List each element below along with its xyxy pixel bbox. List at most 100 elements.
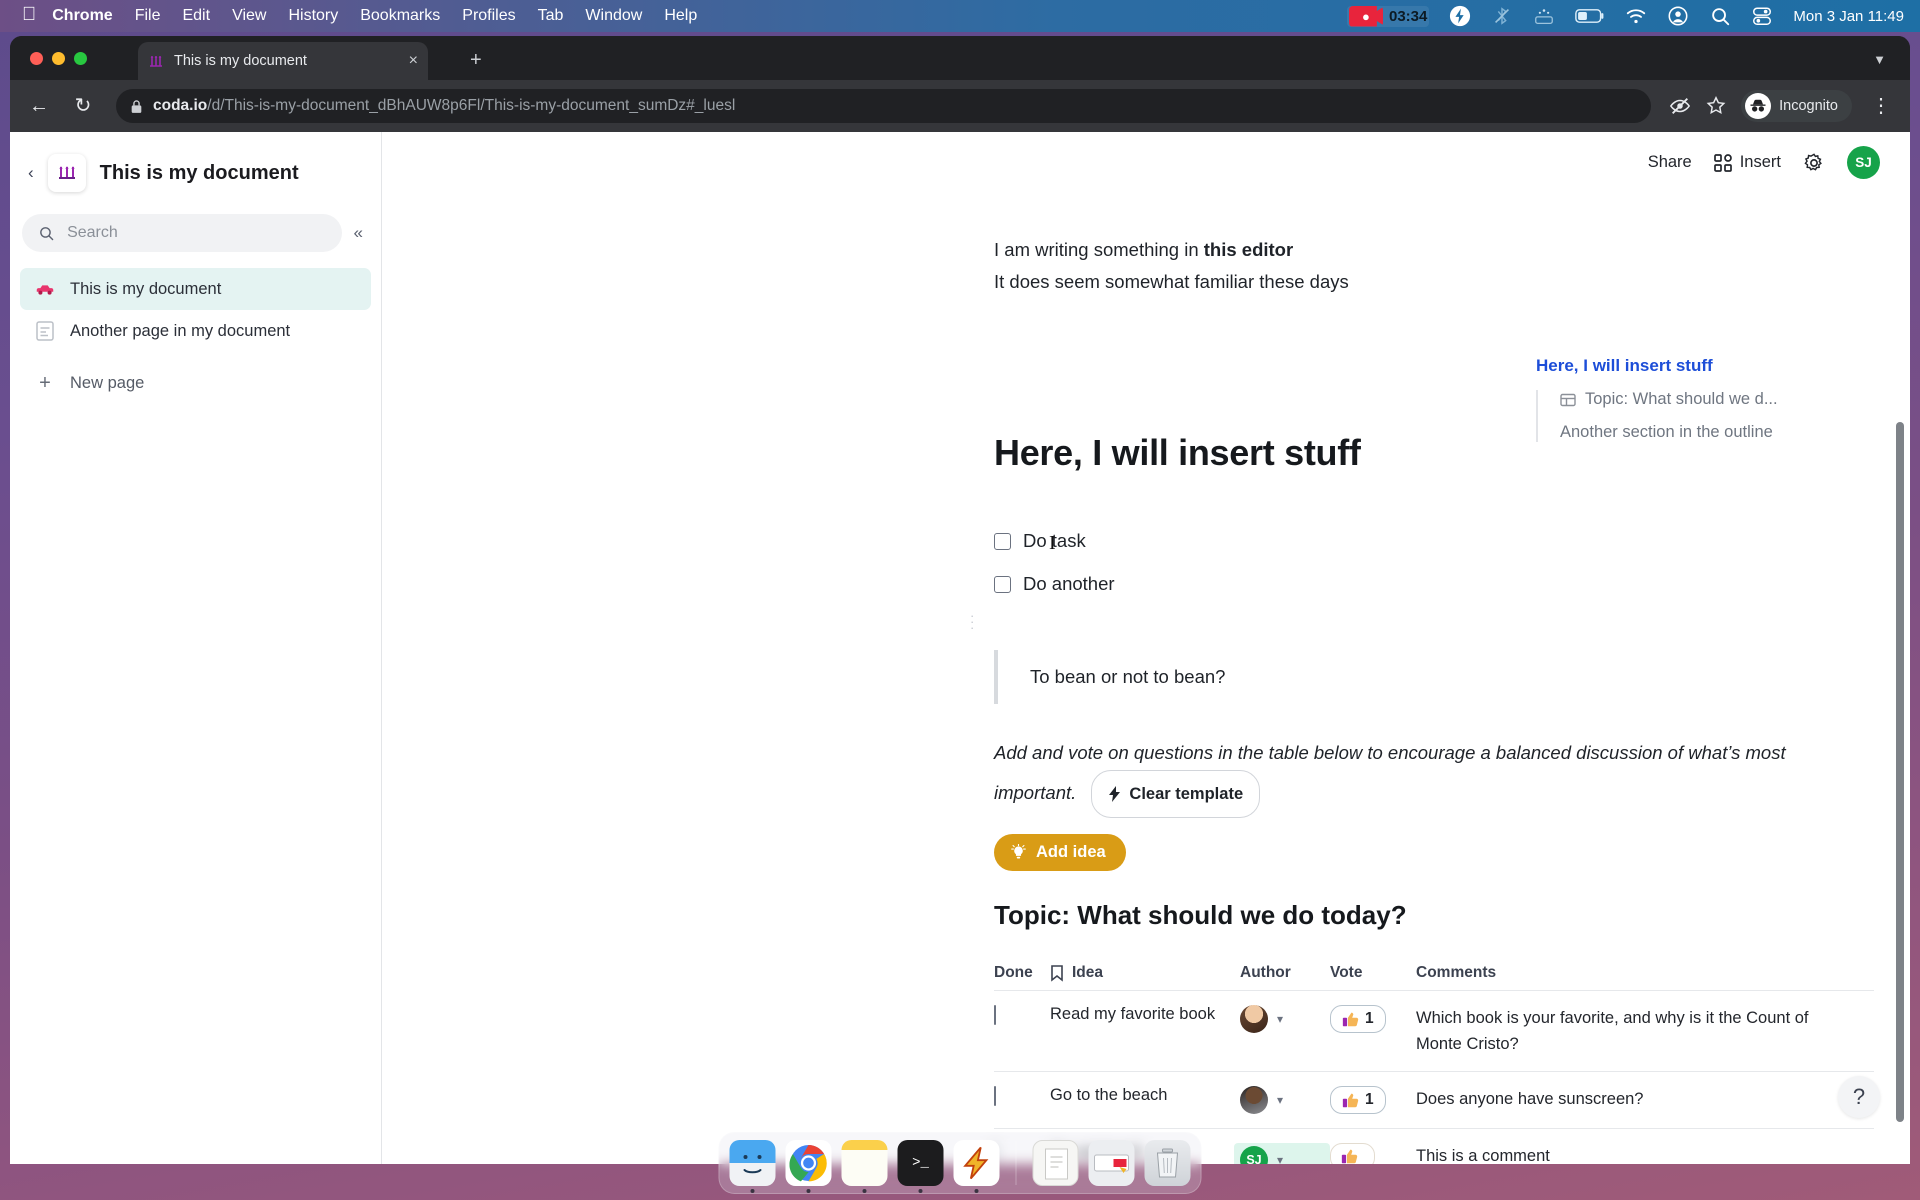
column-header-comments[interactable]: Comments xyxy=(1416,964,1874,982)
search-input[interactable] xyxy=(67,224,326,242)
avatar[interactable] xyxy=(1240,1086,1268,1114)
three-dot-menu-icon[interactable]: ⋮ xyxy=(1866,96,1896,116)
menu-item-tab[interactable]: Tab xyxy=(538,7,564,25)
reload-button[interactable]: ↻ xyxy=(68,96,98,116)
menu-item-window[interactable]: Window xyxy=(585,7,642,25)
wifi-icon[interactable] xyxy=(1625,5,1647,27)
menu-item-history[interactable]: History xyxy=(288,7,338,25)
row-idea-cell[interactable]: Go to the beach xyxy=(1050,1086,1240,1105)
row-vote-cell[interactable]: 1 xyxy=(1330,1005,1416,1033)
row-done-cell[interactable] xyxy=(994,1086,1050,1106)
collapse-sidebar-button[interactable]: « xyxy=(348,219,369,247)
checklist-item-2[interactable]: Do another xyxy=(994,573,1115,595)
menu-item-view[interactable]: View xyxy=(232,7,266,25)
apple-menu-icon[interactable]:  xyxy=(22,4,36,26)
dock-item-trash[interactable] xyxy=(1144,1140,1191,1186)
new-tab-button[interactable]: + xyxy=(470,50,482,70)
row-author-cell[interactable]: ▾ xyxy=(1240,1005,1330,1033)
vote-button[interactable]: 1 xyxy=(1330,1086,1386,1114)
close-window-button[interactable] xyxy=(30,52,43,65)
coda-doc-icon[interactable] xyxy=(47,154,86,192)
menu-item-help[interactable]: Help xyxy=(664,7,697,25)
dock-item-finder[interactable] xyxy=(729,1140,776,1193)
sidebar-item-this-is-my-document[interactable]: This is my document xyxy=(20,268,371,310)
checkbox[interactable] xyxy=(994,1086,996,1106)
column-header-vote[interactable]: Vote xyxy=(1330,964,1416,982)
vote-button[interactable]: 1 xyxy=(1330,1005,1386,1033)
table-row[interactable]: Read my favorite book ▾ 1 Which book is … xyxy=(994,990,1874,1071)
row-comment-cell[interactable]: This is a comment xyxy=(1416,1143,1874,1164)
browser-tab[interactable]: This is my document × xyxy=(138,42,428,80)
row-comment-cell[interactable]: Which book is your favorite, and why is … xyxy=(1416,1005,1874,1057)
vote-button[interactable] xyxy=(1330,1143,1375,1164)
eye-off-icon[interactable] xyxy=(1669,95,1691,117)
dock-item-document[interactable] xyxy=(1032,1140,1079,1186)
table-row[interactable]: Go to the beach ▾ 1 Does anyone have sun… xyxy=(994,1071,1874,1128)
row-author-cell[interactable]: ▾ xyxy=(1240,1086,1330,1114)
sidebar-item-label: This is my document xyxy=(70,279,222,298)
column-header-idea[interactable]: Idea xyxy=(1050,964,1240,982)
chevron-down-icon[interactable]: ▾ xyxy=(1277,1153,1283,1164)
dock-item-terminal[interactable]: >_ xyxy=(897,1140,944,1193)
menu-item-chrome[interactable]: Chrome xyxy=(52,7,112,25)
drag-handle[interactable] xyxy=(970,613,974,631)
clear-template-button[interactable]: Clear template xyxy=(1091,770,1261,818)
address-bar[interactable]: coda.io/d/This-is-my-document_dBhAUW8p6F… xyxy=(116,89,1652,123)
profile-incognito-button[interactable]: Incognito xyxy=(1741,90,1852,122)
maximize-window-button[interactable] xyxy=(74,52,87,65)
row-comment-cell[interactable]: Does anyone have sunscreen? xyxy=(1416,1086,1874,1112)
row-vote-cell[interactable] xyxy=(1330,1143,1416,1164)
dock-item-screenshot[interactable] xyxy=(1088,1140,1135,1186)
row-vote-cell[interactable]: 1 xyxy=(1330,1086,1416,1114)
back-button[interactable]: ← xyxy=(24,96,54,116)
sidebar-back-button[interactable]: ‹ xyxy=(22,159,40,187)
user-account-icon[interactable] xyxy=(1667,5,1689,27)
avatar[interactable] xyxy=(1240,1005,1268,1033)
checkbox[interactable] xyxy=(994,1005,996,1025)
avatar[interactable]: SJ xyxy=(1240,1146,1268,1164)
insert-button[interactable]: Insert xyxy=(1713,153,1781,172)
minimize-window-button[interactable] xyxy=(52,52,65,65)
keyboard-brightness-icon[interactable] xyxy=(1533,5,1555,27)
bolt-icon[interactable] xyxy=(1449,5,1471,27)
add-idea-button[interactable]: Add idea xyxy=(994,834,1126,871)
bluetooth-off-icon[interactable] xyxy=(1491,5,1513,27)
column-header-author[interactable]: Author xyxy=(1240,964,1330,982)
screen-recording-indicator[interactable]: ● 03:34 xyxy=(1346,5,1430,27)
chevron-down-icon[interactable]: ▼ xyxy=(1873,52,1886,67)
new-page-button[interactable]: + New page xyxy=(20,362,371,404)
control-center-icon[interactable] xyxy=(1751,5,1773,27)
menu-item-profiles[interactable]: Profiles xyxy=(462,7,515,25)
outline-item-table[interactable]: Topic: What should we d... xyxy=(1560,390,1866,409)
battery-icon[interactable] xyxy=(1575,6,1605,26)
vertical-scrollbar[interactable] xyxy=(1896,422,1904,1122)
bookmark-star-icon[interactable] xyxy=(1705,95,1727,117)
checkbox[interactable] xyxy=(994,532,1011,550)
help-button[interactable]: ? xyxy=(1838,1076,1880,1118)
dock-item-lightning-app[interactable] xyxy=(953,1140,1000,1193)
close-tab-button[interactable]: × xyxy=(409,53,418,69)
gear-icon[interactable] xyxy=(1803,152,1825,174)
menu-bar-clock[interactable]: Mon 3 Jan 11:49 xyxy=(1793,8,1904,25)
checklist-item-1[interactable]: Do task xyxy=(994,530,1086,552)
avatar[interactable]: SJ xyxy=(1847,146,1880,179)
chevron-down-icon[interactable]: ▾ xyxy=(1277,1093,1283,1107)
row-done-cell[interactable] xyxy=(994,1005,1050,1025)
menu-item-file[interactable]: File xyxy=(135,7,161,25)
dock-item-chrome[interactable] xyxy=(785,1140,832,1193)
column-header-done[interactable]: Done xyxy=(994,964,1050,982)
menu-item-edit[interactable]: Edit xyxy=(182,7,210,25)
chevron-down-icon[interactable]: ▾ xyxy=(1277,1012,1283,1026)
search-box[interactable] xyxy=(22,214,342,252)
window-traffic-lights[interactable] xyxy=(30,52,87,65)
outline-item-section[interactable]: Another section in the outline xyxy=(1560,423,1866,442)
row-idea-cell[interactable]: Read my favorite book xyxy=(1050,1005,1240,1024)
outline-title[interactable]: Here, I will insert stuff xyxy=(1536,356,1866,376)
checkbox[interactable] xyxy=(994,575,1011,593)
menu-item-bookmarks[interactable]: Bookmarks xyxy=(360,7,440,25)
share-button[interactable]: Share xyxy=(1648,153,1692,172)
search-icon[interactable] xyxy=(1709,5,1731,27)
sidebar-item-another-page[interactable]: Another page in my document xyxy=(20,310,371,352)
row-author-cell[interactable]: SJ ▾ xyxy=(1234,1143,1330,1164)
dock-item-notes[interactable] xyxy=(841,1140,888,1193)
